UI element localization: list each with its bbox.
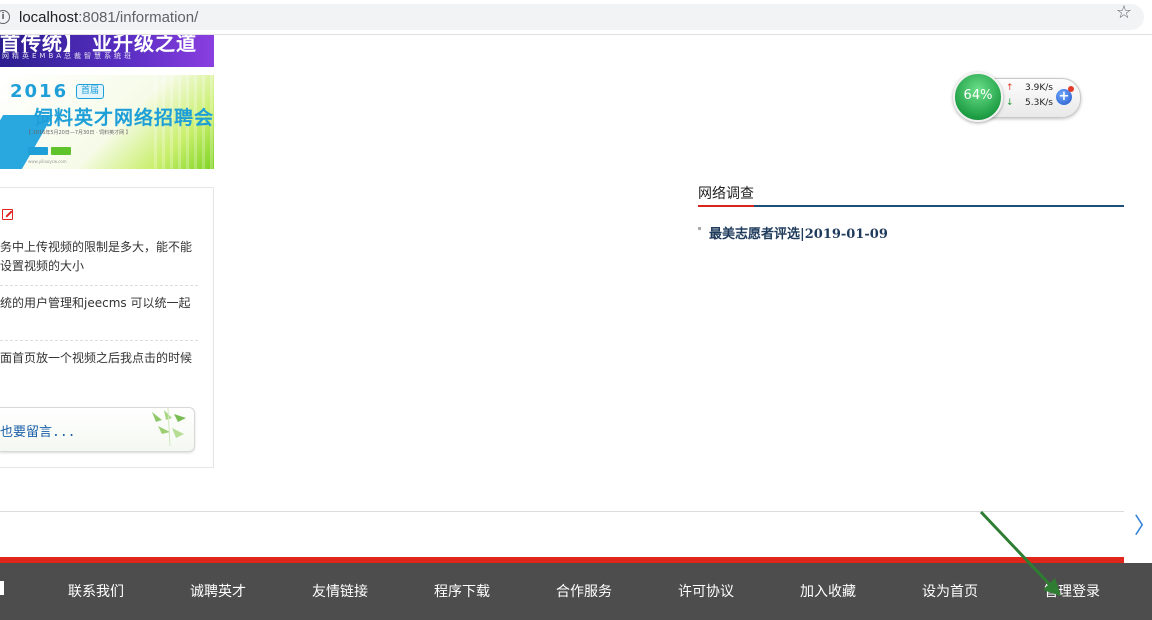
list-bullet (698, 227, 701, 230)
banner-date: 【 2016年5月20日—7月30日 · 饲料英才网 】 (26, 130, 131, 136)
footer-link-set-homepage[interactable]: 设为首页 (922, 581, 978, 601)
url-port-path: :8081/information/ (78, 9, 199, 26)
footer-link-download[interactable]: 程序下载 (434, 581, 490, 601)
network-speed-widget[interactable]: 64% ↑ 3.9K/s ↓ 5.3K/s + (953, 72, 1081, 122)
annotation-arrow-icon (979, 510, 1061, 596)
survey-underline-accent (698, 205, 754, 207)
download-speed: 5.3K/s (1025, 98, 1053, 108)
notification-dot (1068, 86, 1074, 92)
browser-address-bar: i localhost:8081/information/ ☆ (0, 0, 1152, 35)
footer-link-friend-links[interactable]: 友情链接 (312, 581, 368, 601)
url-text[interactable]: localhost:8081/information/ (19, 9, 198, 26)
message-item[interactable]: 面首页放一个视频之后我点击的时候 (0, 349, 198, 368)
url-field[interactable]: i localhost:8081/information/ (0, 4, 1144, 30)
message-item[interactable]: 统的用户管理和jeecms 可以统一起 (0, 294, 198, 313)
footer-link-careers[interactable]: 诚聘英才 (190, 581, 246, 601)
footer-link-bookmark[interactable]: 加入收藏 (800, 581, 856, 601)
message-board: 务中上传视频的限制是多大，能不能设置视频的大小 统的用户管理和jeecms 可以… (0, 187, 214, 468)
info-icon[interactable]: i (0, 10, 10, 24)
footer-link-license[interactable]: 许可协议 (678, 581, 734, 601)
banner-year: 2016 (10, 81, 69, 102)
leave-message-button[interactable]: 也要留言... (0, 407, 195, 452)
recruitment-banner[interactable]: 2016 首届 饲料英才网络招聘会 【 2016年5月20日—7月30日 · 饲… (0, 75, 214, 169)
emba-banner[interactable]: 首传统】 业升级之道 网精英EMBA总裁智慧系统班 (0, 35, 214, 67)
banner-title: 饲料英才网络招聘会 (34, 107, 214, 129)
footer-nav-truncated-item[interactable] (0, 581, 4, 595)
banner-button-2 (51, 147, 71, 155)
banner-tag: 首届 (76, 84, 105, 99)
banner-website: www.yiliaoycw.com (28, 159, 67, 164)
upload-speed: 3.9K/s (1025, 83, 1053, 93)
message-divider (0, 285, 198, 286)
survey-underline (698, 205, 1124, 207)
footer-link-cooperation[interactable]: 合作服务 (556, 581, 612, 601)
bamboo-icon (152, 408, 186, 446)
leave-message-label: 也要留言... (0, 425, 76, 440)
upload-arrow-icon: ↑ (1006, 83, 1014, 93)
banner-button-1 (28, 147, 48, 155)
message-divider (0, 340, 198, 341)
survey-item-link[interactable]: 最美志愿者评选|2019-01-09 (709, 223, 888, 242)
emba-banner-subtitle: 网精英EMBA总裁智慧系统班 (2, 52, 135, 60)
survey-heading: 网络调查 (698, 186, 754, 202)
edit-icon (2, 209, 13, 220)
section-divider (0, 511, 1124, 512)
url-host: localhost (19, 9, 79, 26)
star-icon[interactable]: ☆ (1116, 2, 1132, 23)
footer-link-contact[interactable]: 联系我们 (68, 581, 124, 601)
message-item[interactable]: 务中上传视频的限制是多大，能不能设置视频的大小 (0, 238, 198, 276)
download-arrow-icon: ↓ (1006, 98, 1014, 108)
cpu-usage-circle: 64% (953, 72, 1003, 122)
chevron-right-icon[interactable]: 〉 (1134, 508, 1152, 540)
